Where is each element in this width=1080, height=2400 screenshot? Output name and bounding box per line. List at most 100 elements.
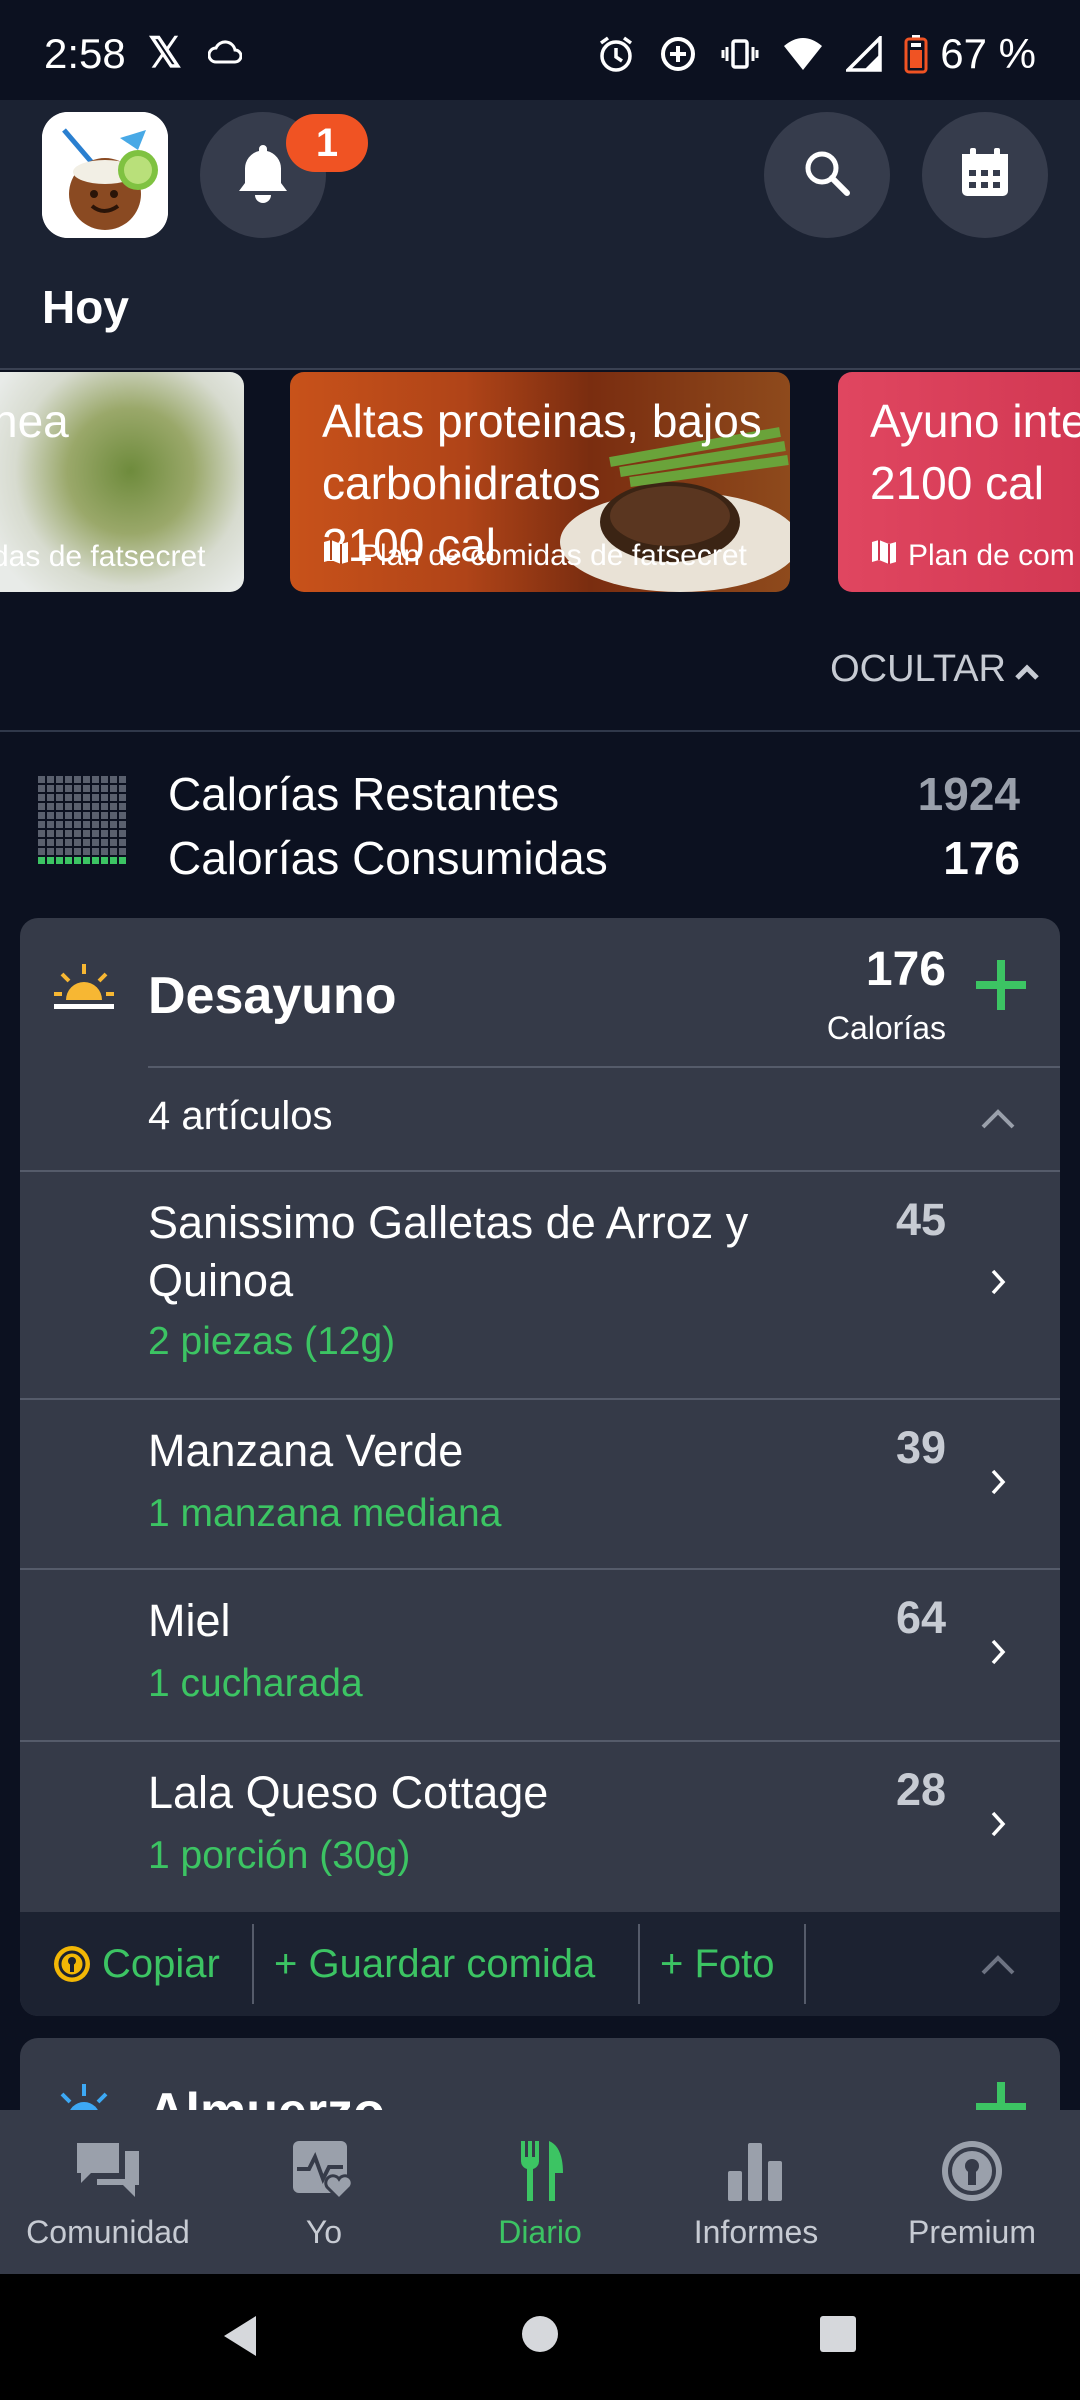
signal-icon: [846, 36, 883, 72]
copy-label: Copiar: [102, 1941, 220, 1986]
meal-header[interactable]: Desayuno 176 Calorías: [20, 918, 1060, 1066]
save-meal-label: + Guardar comida: [274, 1941, 596, 1986]
app-logo[interactable]: [42, 112, 168, 238]
separator: [252, 1924, 254, 2004]
meal-plan-card[interactable]: nea das de fatsecret: [0, 372, 244, 592]
nav-label: Diario: [498, 2214, 582, 2250]
plan-card-subtitle-text: Plan de comidas de fatsecret: [360, 539, 747, 572]
separator: [804, 1924, 806, 2004]
premium-keyhole-icon: [52, 1944, 92, 1984]
chevron-right-icon: [990, 1468, 1006, 1501]
food-name: Manzana Verde: [148, 1425, 464, 1476]
food-calories: 39: [895, 1422, 946, 1473]
hide-button[interactable]: OCULTAR: [830, 648, 1040, 691]
plan-card-title: nea: [0, 395, 69, 447]
premium-keyhole-icon: [940, 2136, 1004, 2206]
map-icon: [322, 538, 350, 574]
search-icon: [802, 148, 852, 203]
items-count: 4 artículos: [148, 1094, 333, 1138]
hide-label: OCULTAR: [830, 648, 1006, 690]
food-item-row[interactable]: Lala Queso Cottage 1 porción (30g) 28: [20, 1742, 1060, 1912]
nav-yo[interactable]: Yo: [216, 2110, 432, 2274]
plan-card-subtitle: das de fatsecret: [0, 540, 205, 574]
calories-consumed-value: 176: [943, 832, 1020, 884]
add-photo-label: + Foto: [660, 1941, 775, 1986]
meal-plan-card[interactable]: Altas proteinas, bajos carbohidratos 210…: [290, 372, 790, 592]
food-item-row[interactable]: Manzana Verde 1 manzana mediana 39: [20, 1400, 1060, 1568]
food-calories: 28: [895, 1764, 946, 1815]
chevron-right-icon: [990, 1268, 1006, 1301]
food-calories: 45: [895, 1194, 946, 1245]
copy-meal-button[interactable]: Copiar: [52, 1912, 220, 2016]
heart-pulse-icon: [291, 2136, 357, 2206]
plan-card-subtitle: Plan de comidas de fatsecret: [322, 538, 747, 574]
cloud-icon: [207, 40, 243, 69]
plan-card-subtitle-text: das de fatsecret: [0, 540, 206, 573]
calendar-icon: [958, 146, 1012, 205]
back-icon[interactable]: [220, 2314, 260, 2363]
food-name: Miel: [148, 1595, 231, 1646]
home-icon[interactable]: [520, 2314, 560, 2359]
chat-bubbles-icon: [73, 2136, 143, 2206]
bar-chart-icon: [726, 2136, 786, 2206]
calendar-button[interactable]: [922, 112, 1048, 238]
chevron-up-icon: [1014, 648, 1040, 691]
plan-card-title: Ayuno inte 2100 cal: [870, 395, 1080, 509]
notification-badge: 1: [286, 114, 368, 172]
system-navigation: [0, 2274, 1080, 2400]
nav-diario[interactable]: Diario: [432, 2110, 648, 2274]
calories-remaining-value: 1924: [917, 768, 1020, 820]
nav-comunidad[interactable]: Comunidad: [0, 2110, 216, 2274]
meal-calories-label: Calorías: [826, 1010, 946, 1046]
battery-percent: 67 %: [940, 30, 1036, 77]
plan-card-subtitle-text: Plan de com: [908, 539, 1075, 572]
save-meal-button[interactable]: + Guardar comida: [274, 1912, 595, 2016]
vibrate-icon: [720, 34, 760, 74]
food-portion: 1 manzana mediana: [148, 1492, 502, 1535]
page-title: Hoy: [42, 281, 129, 333]
food-portion: 2 piezas (12g): [148, 1320, 396, 1363]
meal-actions-bar: Copiar + Guardar comida + Foto: [20, 1912, 1060, 2016]
meal-plan-card[interactable]: Ayuno inte 2100 cal Plan de com: [838, 372, 1080, 592]
food-portion: 1 cucharada: [148, 1662, 363, 1705]
wifi-icon: [782, 36, 824, 72]
food-item-row[interactable]: Sanissimo Galletas de Arroz y Quinoa 2 p…: [20, 1172, 1060, 1398]
calorie-summary[interactable]: Calorías Restantes Calorías Consumidas 1…: [0, 734, 1080, 914]
status-bar: 2:58 𝕏 67 %: [0, 0, 1080, 100]
nav-label: Premium: [907, 2214, 1036, 2250]
sunrise-icon: [52, 960, 116, 1021]
food-portion: 1 porción (30g): [148, 1834, 411, 1877]
meal-card-breakfast: Desayuno 176 Calorías 4 artículos Saniss…: [20, 918, 1060, 2016]
meal-calories: 176: [865, 943, 946, 996]
x-app-icon: 𝕏: [148, 29, 182, 76]
hide-row: OCULTAR: [0, 600, 1080, 732]
divider: [148, 1066, 1060, 1068]
recents-icon[interactable]: [818, 2314, 858, 2359]
calorie-grid-icon: [38, 776, 128, 871]
bottom-navigation: Comunidad Yo Diario Informes Premium: [0, 2110, 1080, 2274]
search-button[interactable]: [764, 112, 890, 238]
food-item-row[interactable]: Miel 1 cucharada 64: [20, 1570, 1060, 1738]
separator: [638, 1924, 640, 2004]
meal-plan-carousel[interactable]: nea das de fatsecret Altas proteinas, ba…: [0, 372, 1080, 594]
bell-icon: [233, 141, 293, 210]
food-name: Lala Queso Cottage: [148, 1767, 549, 1818]
add-food-plus-icon[interactable]: [972, 956, 1030, 1019]
add-photo-button[interactable]: + Foto: [660, 1912, 775, 2016]
nav-informes[interactable]: Informes: [648, 2110, 864, 2274]
nav-label: Informes: [693, 2214, 819, 2250]
food-name: Sanissimo Galletas de Arroz y Quinoa: [148, 1197, 749, 1306]
chevron-up-icon: [980, 1108, 1016, 1135]
chevron-right-icon: [990, 1810, 1006, 1843]
chevron-up-icon[interactable]: [980, 1954, 1016, 1981]
nav-label: Yo: [305, 2214, 343, 2250]
nav-label: Comunidad: [26, 2214, 190, 2250]
calories-remaining-label: Calorías Restantes: [168, 768, 560, 820]
calories-consumed-label: Calorías Consumidas: [168, 832, 608, 884]
fork-knife-icon: [515, 2136, 565, 2206]
food-calories: 64: [895, 1592, 946, 1643]
data-saver-icon: [658, 34, 698, 74]
battery-icon: [904, 34, 928, 74]
nav-premium[interactable]: Premium: [864, 2110, 1080, 2274]
app-header: 1 Hoy: [0, 100, 1080, 370]
